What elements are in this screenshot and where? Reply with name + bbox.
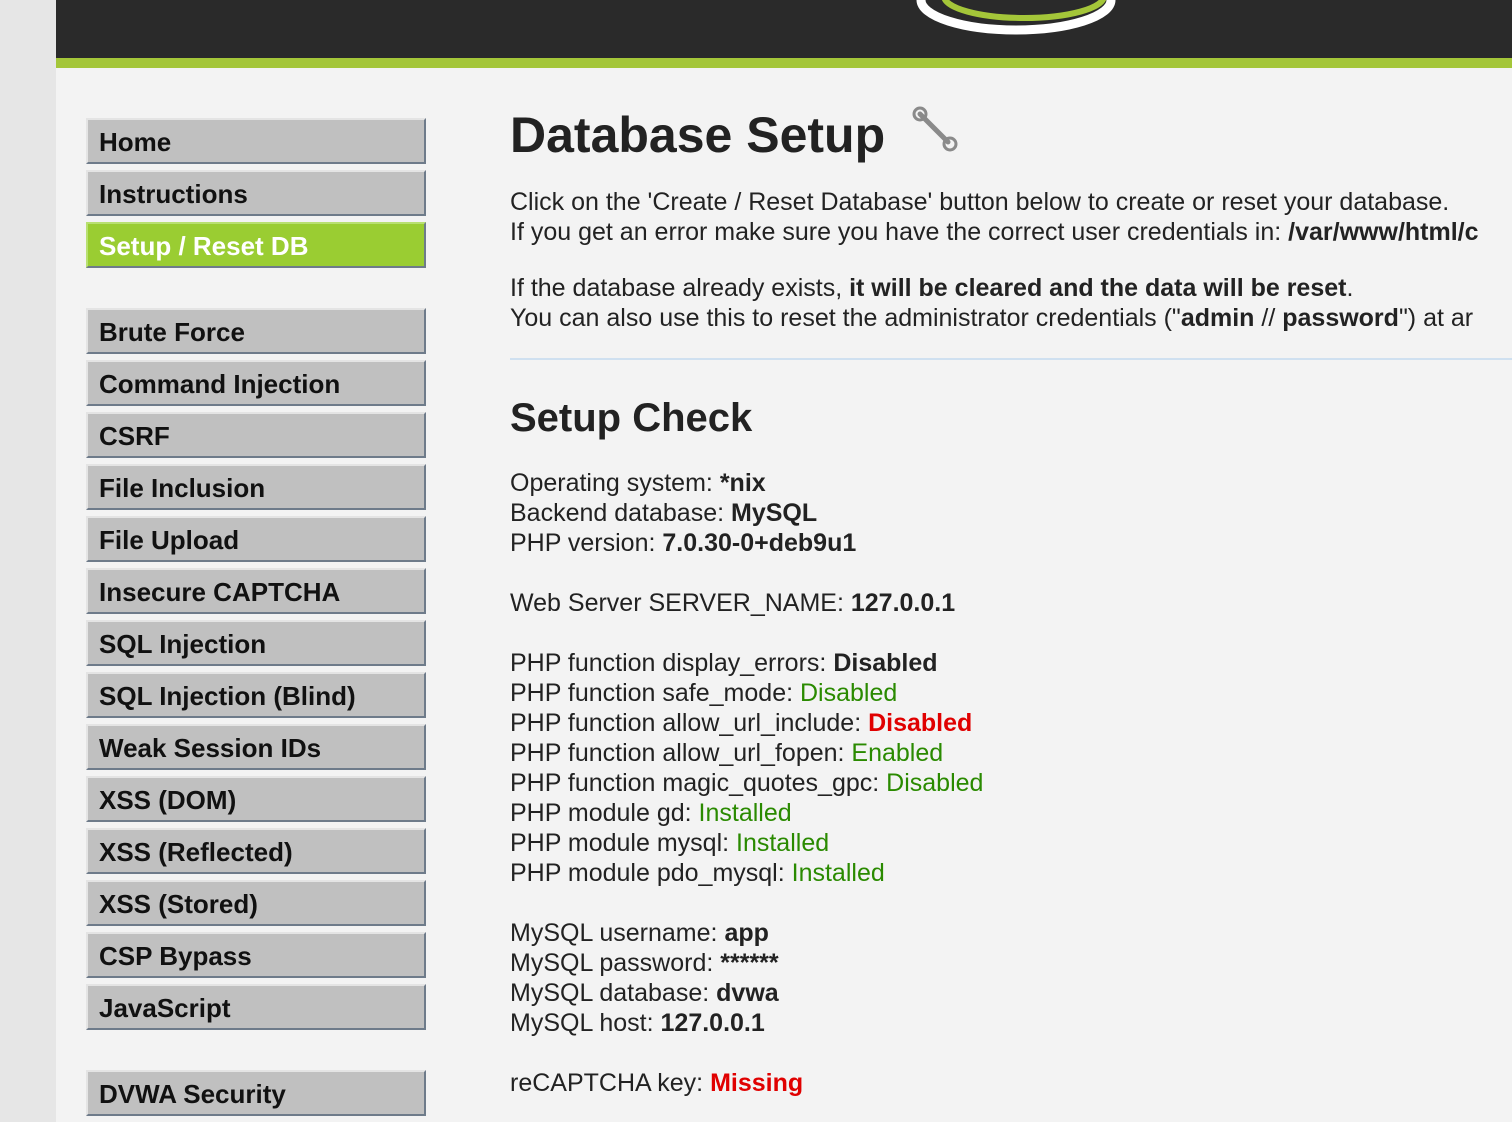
vulnerabilities-menu: Brute Force Command Injection CSRF File …: [86, 308, 426, 1036]
main-menu: Home Instructions Setup / Reset DB: [86, 118, 426, 274]
wrench-icon: [912, 106, 958, 152]
config-path: /var/www/html/c: [1288, 218, 1479, 246]
status-ok: Disabled: [886, 769, 984, 797]
check-mysql-host: MySQL host: 127.0.0.1: [510, 1009, 765, 1037]
menu-item-xss-reflected[interactable]: XSS (Reflected): [86, 828, 426, 874]
menu-item-file-inclusion[interactable]: File Inclusion: [86, 464, 426, 510]
menu-item-xss-dom[interactable]: XSS (DOM): [86, 776, 426, 822]
menu-item-insecure-captcha[interactable]: Insecure CAPTCHA: [86, 568, 426, 614]
menu-item-xss-stored[interactable]: XSS (Stored): [86, 880, 426, 926]
status-ok: Disabled: [800, 679, 898, 707]
setup-check-title: Setup Check: [510, 396, 753, 440]
status-error: Disabled: [868, 709, 973, 737]
check-server-name: Web Server SERVER_NAME: 127.0.0.1: [510, 589, 956, 617]
check-recaptcha: reCAPTCHA key: Missing: [510, 1069, 804, 1097]
check-os: Operating system: *nix: [510, 469, 766, 497]
menu-item-sql-injection-blind[interactable]: SQL Injection (Blind): [86, 672, 426, 718]
menu-item-instructions[interactable]: Instructions: [86, 170, 426, 216]
check-mysql-database: MySQL database: dvwa: [510, 979, 779, 1007]
check-php-version: PHP version: 7.0.30-0+deb9u1: [510, 529, 857, 557]
check-magic-quotes: PHP function magic_quotes_gpc: Disabled: [510, 769, 984, 797]
menu-item-brute-force[interactable]: Brute Force: [86, 308, 426, 354]
page-title: Database Setup: [510, 107, 886, 163]
check-mysql-username: MySQL username: app: [510, 919, 769, 947]
dvwa-logo-icon: [916, 0, 1116, 35]
status-ok: Installed: [736, 829, 830, 857]
menu-item-file-upload[interactable]: File Upload: [86, 516, 426, 562]
menu-item-javascript[interactable]: JavaScript: [86, 984, 426, 1030]
menu-item-sql-injection[interactable]: SQL Injection: [86, 620, 426, 666]
check-backend: Backend database: MySQL: [510, 499, 818, 527]
check-safe-mode: PHP function safe_mode: Disabled: [510, 679, 898, 707]
check-module-gd: PHP module gd: Installed: [510, 799, 792, 827]
menu-item-weak-session-ids[interactable]: Weak Session IDs: [86, 724, 426, 770]
menu-item-setup-reset-db[interactable]: Setup / Reset DB: [86, 222, 426, 268]
check-display-errors: PHP function display_errors: Disabled: [510, 649, 938, 677]
check-module-mysql: PHP module mysql: Installed: [510, 829, 830, 857]
menu-item-command-injection[interactable]: Command Injection: [86, 360, 426, 406]
status-ok: Installed: [698, 799, 792, 827]
header-accent-stripe: [56, 58, 1512, 68]
intro-line-4: You can also use this to reset the admin…: [510, 304, 1474, 332]
intro-line-3: If the database already exists, it will …: [510, 274, 1354, 302]
header-bar: [56, 0, 1512, 58]
menu-item-home[interactable]: Home: [86, 118, 426, 164]
check-module-pdo-mysql: PHP module pdo_mysql: Installed: [510, 859, 885, 887]
check-mysql-password: MySQL password: ******: [510, 949, 779, 977]
page-body: Home Instructions Setup / Reset DB Brute…: [56, 68, 1512, 1122]
status-error: Missing: [710, 1069, 804, 1097]
check-allow-url-include: PHP function allow_url_include: Disabled: [510, 709, 973, 737]
section-divider: [510, 358, 1512, 360]
check-allow-url-fopen: PHP function allow_url_fopen: Enabled: [510, 739, 944, 767]
menu-item-dvwa-security[interactable]: DVWA Security: [86, 1070, 426, 1116]
intro-line-2: If you get an error make sure you have t…: [510, 218, 1479, 246]
menu-item-csp-bypass[interactable]: CSP Bypass: [86, 932, 426, 978]
status-ok: Enabled: [851, 739, 944, 767]
left-gutter: [0, 0, 56, 1122]
settings-menu: DVWA Security: [86, 1070, 426, 1122]
status-ok: Installed: [791, 859, 885, 887]
intro-line-1: Click on the 'Create / Reset Database' b…: [510, 188, 1450, 216]
menu-item-csrf[interactable]: CSRF: [86, 412, 426, 458]
